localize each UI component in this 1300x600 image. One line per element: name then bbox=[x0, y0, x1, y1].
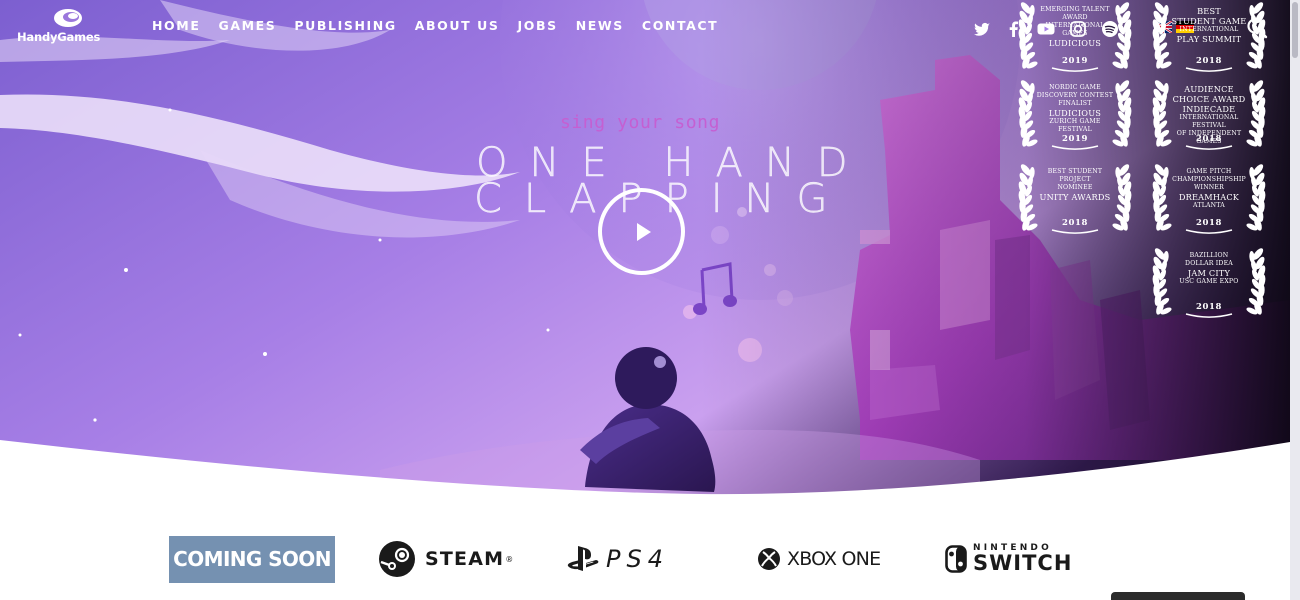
award-text-line: WINNER bbox=[1193, 184, 1224, 191]
award-text-line: JAM CITY bbox=[1187, 268, 1231, 278]
logo-text: HandyGames bbox=[17, 30, 101, 44]
award-laurel: AUDIENCE CHOICE AWARD INDIECADE INTERNATION… bbox=[1146, 78, 1272, 150]
steam-icon bbox=[379, 541, 415, 577]
xbox-icon bbox=[758, 548, 780, 570]
nav-home[interactable]: HOME bbox=[152, 18, 200, 33]
award-text-line: STUDENT GAME bbox=[1171, 16, 1247, 26]
award-laurel: GAME PITCH CHAMPIONSHIPSHIP WINNER DREAMHAC… bbox=[1146, 162, 1272, 234]
award-text-line: FINALIST bbox=[1058, 100, 1092, 107]
steam-registered-mark: ® bbox=[505, 554, 514, 564]
award-text-line: BEST bbox=[1197, 6, 1221, 16]
award-text-line: DISCOVERY CONTEST bbox=[1036, 92, 1114, 99]
platform-ps4: PS4 bbox=[566, 538, 669, 580]
award-text-line: CHOICE AWARD bbox=[1172, 94, 1246, 104]
nav-news[interactable]: NEWS bbox=[576, 18, 624, 33]
award-year: 2018 bbox=[1195, 302, 1223, 312]
scrollbar-thumb[interactable] bbox=[1292, 2, 1298, 58]
platform-steam: STEAM ® bbox=[378, 538, 513, 580]
platform-xbox-one: XBOX ONE bbox=[757, 538, 881, 580]
award-text: BAZILLION DOLLAR IDEA JAM CITY USC GAME EXP… bbox=[1168, 252, 1250, 286]
award-text-line: CHAMPIONSHIPSHIP bbox=[1172, 176, 1246, 183]
award-text: BEST STUDENT GAME INTERNATIONAL PLAY SUMMIT bbox=[1168, 6, 1250, 44]
award-laurel: BEST STUDENT PROJECT NOMINEE UNITY AWARDS 20… bbox=[1012, 162, 1138, 234]
award-text-line: ATLANTA bbox=[1193, 202, 1225, 209]
award-text-line: UNITY AWARDS bbox=[1039, 192, 1111, 202]
award-year: 2019 bbox=[1061, 134, 1089, 144]
award-text-line: INTERNATIONAL bbox=[1179, 26, 1239, 33]
nav-about-us[interactable]: ABOUT US bbox=[415, 18, 500, 33]
coming-soon-badge: COMING SOON bbox=[169, 536, 335, 583]
award-text-line: NOMINEE bbox=[1057, 184, 1093, 191]
award-text-line: BEST STUDENT bbox=[1047, 168, 1103, 175]
award-text-line: LUDICIOUS bbox=[1048, 38, 1102, 48]
award-text: GAME PITCH CHAMPIONSHIPSHIP WINNER DREAMHAC… bbox=[1168, 168, 1250, 210]
award-year: 2018 bbox=[1195, 56, 1223, 66]
award-text-line: AUDIENCE bbox=[1184, 84, 1234, 94]
award-text-line: PLAY SUMMIT bbox=[1176, 34, 1242, 44]
award-laurel: BEST STUDENT GAME INTERNATIONAL PLAY SUMMIT… bbox=[1146, 0, 1272, 72]
switch-wordmark: NINTENDO SWITCH bbox=[973, 544, 1072, 574]
hero-tagline: sing your song bbox=[559, 112, 721, 133]
logo-mark-icon bbox=[54, 9, 82, 27]
award-text-line: INDIECADE bbox=[1182, 104, 1236, 114]
award-laurel: NORDIC GAME DISCOVERY CONTEST FINALIST LUDI… bbox=[1012, 78, 1138, 150]
award-year: 2018 bbox=[1195, 218, 1223, 228]
nav-games[interactable]: GAMES bbox=[218, 18, 276, 33]
award-text-line: AWARD bbox=[1062, 14, 1088, 21]
award-text-line: USC GAME EXPO bbox=[1179, 278, 1239, 285]
main-nav: HOME GAMES PUBLISHING ABOUT US JOBS NEWS… bbox=[152, 18, 736, 33]
award-text-line: EMERGING TALENT bbox=[1040, 6, 1110, 13]
steam-label: STEAM bbox=[425, 548, 505, 570]
award-text-line: LUDICIOUS bbox=[1048, 108, 1102, 118]
award-text: NORDIC GAME DISCOVERY CONTEST FINALIST LUDI… bbox=[1034, 84, 1116, 134]
playstation-icon bbox=[567, 546, 599, 571]
award-text-line: ZURICH GAME FESTIVAL bbox=[1049, 118, 1101, 133]
handygames-logo[interactable]: HandyGames bbox=[17, 8, 121, 44]
switch-label-big: SWITCH bbox=[973, 551, 1073, 575]
cookie-banner-tab[interactable] bbox=[1111, 592, 1245, 600]
award-text-line: NORDIC GAME bbox=[1049, 84, 1101, 91]
nav-jobs[interactable]: JOBS bbox=[518, 18, 558, 33]
ps4-label: PS4 bbox=[606, 545, 669, 573]
xbox-one-label: XBOX ONE bbox=[787, 548, 881, 570]
twitter-icon[interactable] bbox=[972, 19, 992, 39]
award-text-line: PROJECT bbox=[1059, 176, 1091, 183]
award-text-line: DREAMHACK bbox=[1178, 192, 1240, 202]
award-text: BEST STUDENT PROJECT NOMINEE UNITY AWARDS bbox=[1034, 168, 1116, 202]
award-text-line: BAZILLION bbox=[1189, 252, 1229, 259]
award-text: EMERGING TALENT AWARD INTERNATIONAL GAMES L… bbox=[1034, 6, 1116, 48]
play-video-button[interactable] bbox=[598, 188, 685, 275]
award-laurel: EMERGING TALENT AWARD INTERNATIONAL GAMES L… bbox=[1012, 0, 1138, 72]
award-year: 2018 bbox=[1061, 218, 1089, 228]
nav-contact[interactable]: CONTACT bbox=[642, 18, 718, 33]
nav-publishing[interactable]: PUBLISHING bbox=[294, 18, 396, 33]
award-text-line: DOLLAR IDEA bbox=[1185, 260, 1233, 267]
award-year: 2018 bbox=[1195, 134, 1223, 144]
page-scrollbar[interactable] bbox=[1290, 0, 1300, 600]
platform-nintendo-switch: NINTENDO SWITCH bbox=[945, 538, 1072, 580]
award-text-line: INTERNATIONAL GAMES bbox=[1045, 22, 1105, 37]
award-text-line: GAME PITCH bbox=[1186, 168, 1232, 175]
award-year: 2019 bbox=[1061, 56, 1089, 66]
nintendo-switch-icon bbox=[945, 545, 967, 573]
award-text-line: INTERNATIONAL FESTIVAL bbox=[1179, 114, 1239, 129]
award-laurel: BAZILLION DOLLAR IDEA JAM CITY USC GAME EXP… bbox=[1146, 246, 1272, 318]
